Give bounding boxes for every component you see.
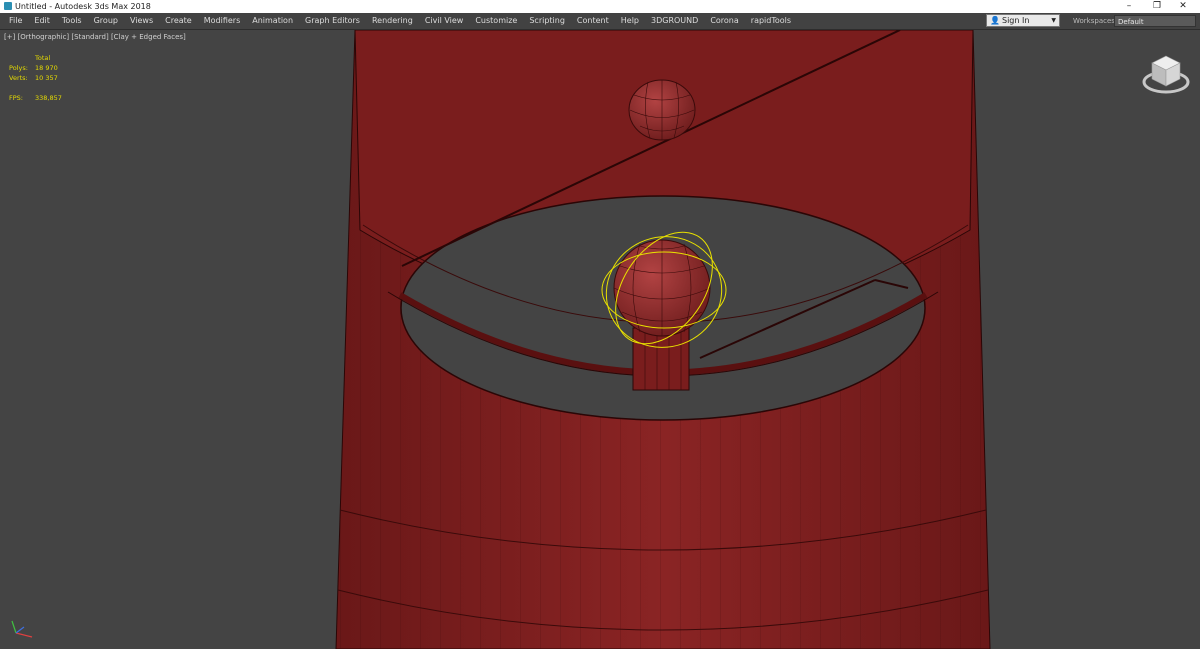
title-bar: Untitled - Autodesk 3ds Max 2018 – ❐ ✕ <box>0 0 1200 13</box>
viewport-menu-plus[interactable]: [+] <box>4 33 15 41</box>
socket <box>632 327 690 391</box>
viewcube-icon[interactable] <box>1140 48 1192 100</box>
fps-label: FPS: <box>9 94 23 102</box>
chevron-down-icon: ▼ <box>1051 17 1056 24</box>
menu-item-rendering[interactable]: Rendering <box>366 13 419 29</box>
close-button[interactable]: ✕ <box>1166 0 1200 13</box>
viewport-view-type[interactable]: [Orthographic] <box>18 33 70 41</box>
polys-value: 18 970 <box>35 64 58 72</box>
workspace-select[interactable]: Default <box>1114 15 1196 27</box>
axis-tripod-icon <box>11 620 33 638</box>
menu-item-scripting[interactable]: Scripting <box>523 13 571 29</box>
user-icon: 👤 <box>990 16 1000 25</box>
menu-item-civil-view[interactable]: Civil View <box>419 13 470 29</box>
verts-value: 10 357 <box>35 74 58 82</box>
menu-item-help[interactable]: Help <box>615 13 645 29</box>
polys-label: Polys: <box>9 64 28 72</box>
menu-item-modifiers[interactable]: Modifiers <box>198 13 247 29</box>
workspaces-label: Workspaces: <box>1073 17 1118 25</box>
sign-in-dropdown[interactable]: 👤 Sign In ▼ <box>986 14 1060 27</box>
menu-list: File Edit Tools Group Views Create Modifiers An… <box>3 13 797 29</box>
viewport-label[interactable]: [+] [Orthographic] [Standard] [Clay + Ed… <box>4 33 186 41</box>
viewport-shading-std[interactable]: [Standard] <box>71 33 108 41</box>
sign-in-label: Sign In <box>1002 16 1030 25</box>
menu-item-content[interactable]: Content <box>571 13 615 29</box>
menu-item-customize[interactable]: Customize <box>469 13 523 29</box>
fps-value: 338,857 <box>35 94 62 102</box>
app-icon <box>4 2 12 10</box>
menu-item-views[interactable]: Views <box>124 13 159 29</box>
menu-item-rapidtools[interactable]: rapidTools <box>745 13 797 29</box>
perspective-viewport[interactable]: [+] [Orthographic] [Standard] [Clay + Ed… <box>0 30 1200 649</box>
main-menu-bar: File Edit Tools Group Views Create Modifiers An… <box>0 13 1200 30</box>
window-title: Untitled - Autodesk 3ds Max 2018 <box>15 2 151 11</box>
menu-item-animation[interactable]: Animation <box>246 13 299 29</box>
viewport-shading[interactable]: [Clay + Edged Faces] <box>111 33 186 41</box>
menu-item-create[interactable]: Create <box>159 13 198 29</box>
scene-render <box>335 30 991 649</box>
verts-label: Verts: <box>9 74 28 82</box>
stats-header: Total <box>35 54 51 62</box>
menu-item-tools[interactable]: Tools <box>56 13 88 29</box>
menu-item-group[interactable]: Group <box>88 13 124 29</box>
menu-item-graph-editors[interactable]: Graph Editors <box>299 13 366 29</box>
statistics-overlay: Total Polys: 18 970 Verts: 10 357 FPS: 3… <box>9 53 79 103</box>
menu-item-3dground[interactable]: 3DGROUND <box>645 13 704 29</box>
menu-item-edit[interactable]: Edit <box>28 13 56 29</box>
menu-item-file[interactable]: File <box>3 13 28 29</box>
menu-item-corona[interactable]: Corona <box>704 13 744 29</box>
